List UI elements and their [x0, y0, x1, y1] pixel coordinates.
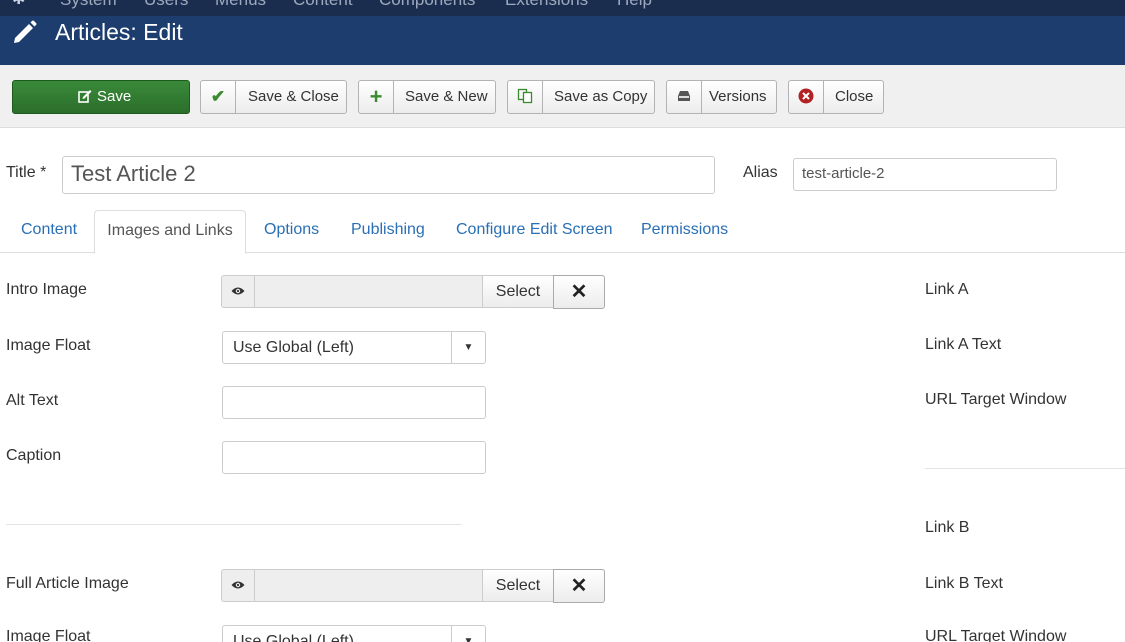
url-target-a-label: URL Target Window	[925, 391, 1067, 408]
save-new-label: Save & New	[405, 88, 488, 105]
image-float-label: Image Float	[6, 337, 91, 354]
alt-text-input[interactable]	[222, 386, 486, 419]
edit-icon	[75, 81, 95, 113]
tab-bar: Content Images and Links Options Publish…	[0, 210, 1125, 254]
divider-left	[6, 524, 461, 525]
menu-system[interactable]: System	[60, 0, 117, 9]
close-label: Close	[835, 88, 874, 105]
title-label: Title *	[6, 164, 47, 181]
copy-icon	[508, 81, 543, 113]
image-float-2-label: Image Float	[6, 628, 91, 642]
link-a-label: Link A	[925, 281, 969, 298]
clear-x-icon[interactable]: ✕	[553, 569, 605, 603]
tab-options[interactable]: Options	[264, 210, 319, 253]
link-b-label: Link B	[925, 519, 970, 536]
caption-label: Caption	[6, 447, 62, 464]
full-image-field: Select ✕	[221, 569, 605, 603]
page-header: Articles: Edit	[0, 16, 1125, 65]
versions-label: Versions	[709, 88, 767, 105]
page-title: Articles: Edit	[55, 19, 183, 45]
full-image-select-button[interactable]: Select	[482, 569, 554, 602]
alias-label: Alias	[743, 164, 778, 181]
top-menu-bar: ✱ System Users Menus Content Components …	[0, 0, 1125, 16]
menu-users[interactable]: Users	[144, 0, 188, 9]
tab-content[interactable]: Content	[21, 210, 77, 253]
menu-content[interactable]: Content	[293, 0, 353, 9]
full-image-path	[254, 569, 483, 602]
preview-eye-icon[interactable]	[221, 275, 255, 308]
url-target-b-label: URL Target Window	[925, 628, 1067, 642]
pencil-icon	[14, 20, 37, 43]
save-close-label: Save & Close	[248, 88, 339, 105]
tab-permissions[interactable]: Permissions	[641, 210, 728, 253]
link-a-text-label: Link A Text	[925, 336, 1002, 353]
full-image-label: Full Article Image	[6, 575, 129, 592]
image-float-2-select[interactable]: Use Global (Left) ▼	[222, 625, 486, 642]
tab-publishing[interactable]: Publishing	[351, 210, 425, 253]
intro-image-path	[254, 275, 483, 308]
save-copy-button[interactable]: Save as Copy	[507, 80, 655, 114]
clear-x-icon[interactable]: ✕	[553, 275, 605, 309]
close-circle-icon	[789, 81, 824, 113]
link-b-text-label: Link B Text	[925, 575, 1003, 592]
intro-image-label: Intro Image	[6, 281, 87, 298]
caption-input[interactable]	[222, 441, 486, 474]
image-float-select[interactable]: Use Global (Left) ▼	[222, 331, 486, 364]
caret-down-icon: ▼	[451, 332, 485, 363]
tab-configure-edit-screen[interactable]: Configure Edit Screen	[456, 210, 613, 253]
versions-button[interactable]: Versions	[666, 80, 777, 114]
close-button[interactable]: Close	[788, 80, 884, 114]
check-icon: ✔	[201, 81, 236, 113]
menu-help[interactable]: Help	[617, 0, 652, 9]
intro-image-field: Select ✕	[221, 275, 605, 309]
menu-components[interactable]: Components	[379, 0, 475, 9]
save-label: Save	[97, 88, 132, 105]
image-float-2-value: Use Global (Left)	[233, 633, 354, 642]
save-new-button[interactable]: + Save & New	[358, 80, 496, 114]
divider-right	[925, 468, 1125, 469]
menu-extensions[interactable]: Extensions	[505, 0, 588, 9]
save-close-button[interactable]: ✔ Save & Close	[200, 80, 347, 114]
archive-icon	[667, 81, 702, 113]
menu-menus[interactable]: Menus	[215, 0, 266, 9]
alias-input[interactable]: test-article-2	[793, 158, 1057, 191]
intro-image-select-button[interactable]: Select	[482, 275, 554, 308]
preview-eye-icon[interactable]	[221, 569, 255, 602]
save-copy-label: Save as Copy	[554, 88, 648, 105]
toolbar: Save ✔ Save & Close + Save & New Save as…	[0, 65, 1125, 128]
alt-text-label: Alt Text	[6, 392, 59, 409]
title-input[interactable]: Test Article 2	[62, 156, 715, 194]
save-button[interactable]: Save	[12, 80, 190, 114]
image-float-value: Use Global (Left)	[233, 339, 354, 356]
tab-images-and-links[interactable]: Images and Links	[94, 210, 246, 254]
caret-down-icon: ▼	[451, 626, 485, 642]
plus-icon: +	[359, 81, 394, 113]
joomla-logo-icon[interactable]: ✱	[12, 0, 34, 8]
